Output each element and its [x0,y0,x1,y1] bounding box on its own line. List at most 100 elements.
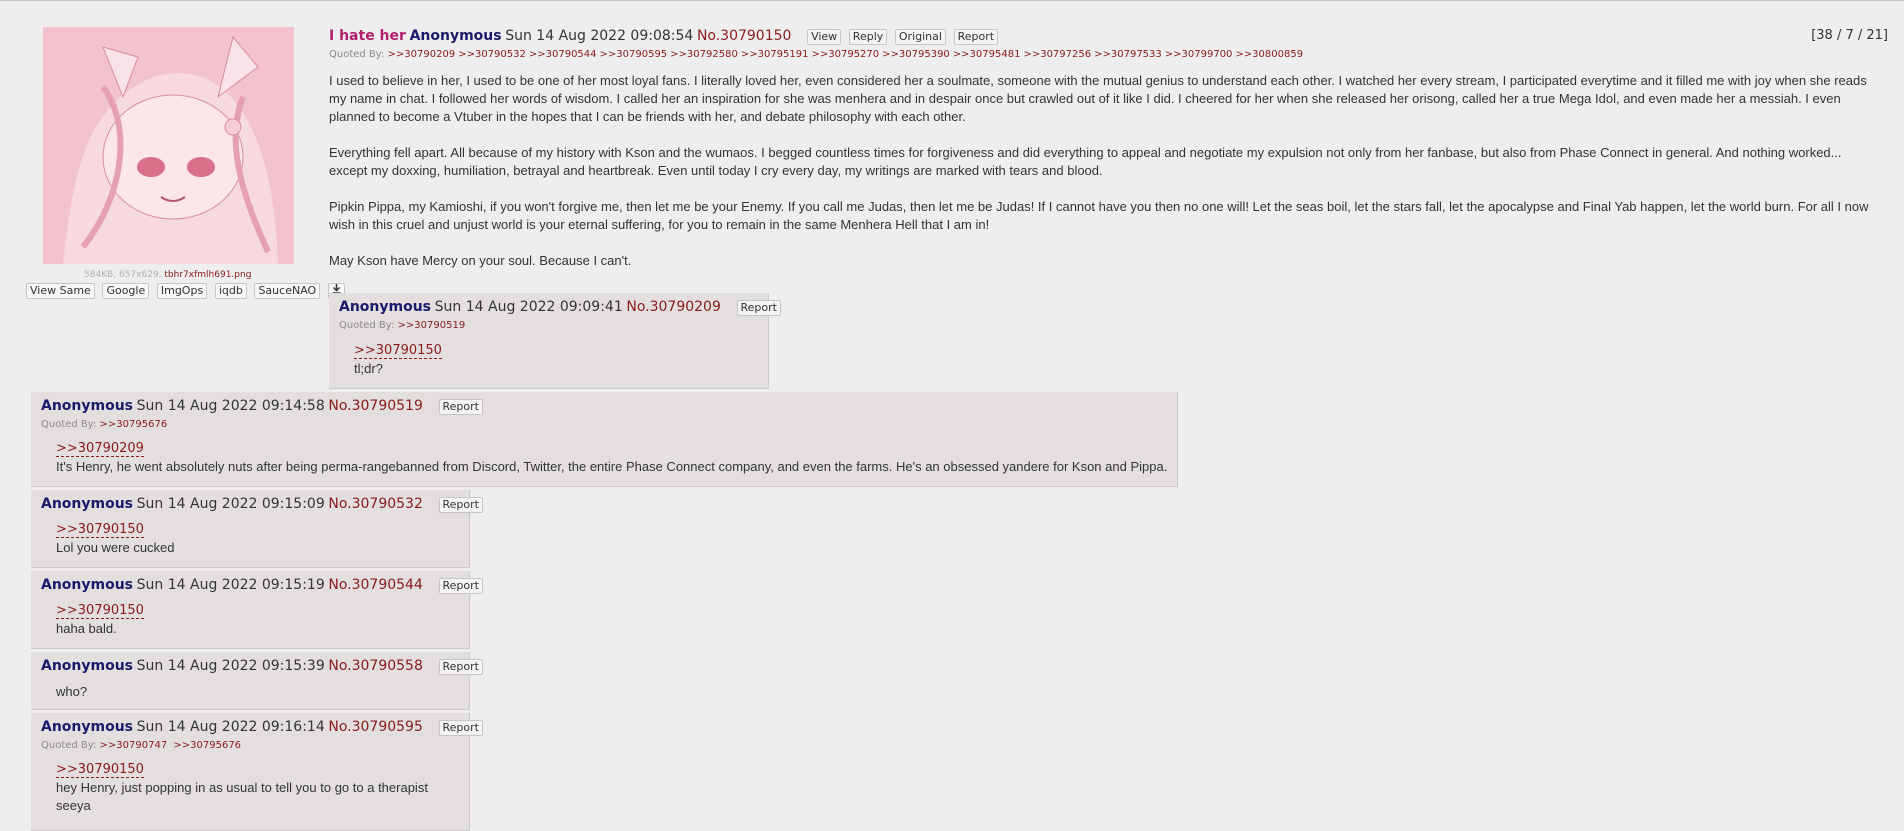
quoted-by-link[interactable]: >>30790595 [600,49,668,60]
quoted-by-link[interactable]: >>30800859 [1235,49,1303,60]
reply-comment: >>30790150 hey Henry, just popping in as… [56,760,428,815]
quoted-by-link[interactable]: >>30795270 [811,49,879,60]
report-button[interactable]: Report [953,29,999,45]
quoted-by-link[interactable]: >>30790209 [388,49,456,60]
comment-line: who? [56,684,88,699]
op-image-thumbnail[interactable] [43,27,294,264]
thread-subject: I hate her [329,28,406,44]
quote-link[interactable]: >>30790150 [354,343,442,359]
reply-header: Anonymous Sun 14 Aug 2022 09:15:19 No.30… [41,577,483,594]
reply-post: Anonymous Sun 14 Aug 2022 09:16:14 No.30… [31,713,483,831]
report-button[interactable]: Report [438,720,483,736]
google-button[interactable]: Google [102,283,150,299]
iqdb-button[interactable]: iqdb [214,283,247,299]
post-date: Sun 14 Aug 2022 09:09:41 [434,299,623,315]
image-filename-link[interactable]: tbhr7xfmlh691.png [164,270,251,280]
view-button[interactable]: View [807,29,842,45]
report-button[interactable]: Report [438,497,483,513]
quote-link[interactable]: >>30790150 [56,762,144,778]
quoted-by-link[interactable]: >>30795191 [741,49,809,60]
reply-post: Anonymous Sun 14 Aug 2022 09:15:09 No.30… [31,490,483,568]
post-number[interactable]: No.30790150 [697,28,792,44]
post-number[interactable]: No.30790532 [328,496,423,512]
image-search-buttons: View Same Google ImgOps iqdb SauceNAO [26,282,345,299]
reply-header: Anonymous Sun 14 Aug 2022 09:15:09 No.30… [41,496,483,513]
op-paragraph: May Kson have Mercy on your soul. Becaus… [329,253,632,268]
saucenao-button[interactable]: SauceNAO [254,283,321,299]
comment-line: It's Henry, he went absolutely nuts afte… [56,459,1168,474]
quote-link[interactable]: >>30790150 [56,522,144,538]
reply-post: Anonymous Sun 14 Aug 2022 09:15:19 No.30… [31,571,483,649]
reply-header: Anonymous Sun 14 Aug 2022 09:15:39 No.30… [41,658,483,675]
quoted-by-label: Quoted By: [41,740,97,751]
quoted-by-link[interactable]: >>30792580 [670,49,738,60]
thread-stats: [38 / 7 / 21] [1811,28,1888,43]
op-paragraph: Everything fell apart. All because of my… [329,145,1842,178]
post-date: Sun 14 Aug 2022 09:15:09 [136,496,325,512]
quoted-by-link[interactable]: >>30790519 [398,320,466,331]
poster-name: Anonymous [41,496,134,512]
reply-header: Anonymous Sun 14 Aug 2022 09:16:14 No.30… [41,719,483,736]
post-number[interactable]: No.30790595 [328,719,423,735]
quoted-by-link[interactable]: >>30795481 [953,49,1021,60]
quoted-by-label: Quoted By: [339,320,395,331]
op-quoted-by: Quoted By: >>30790209 >>30790532 >>3079054… [329,49,1306,60]
quoted-by-link[interactable]: >>30797533 [1094,49,1162,60]
reply-header: Anonymous Sun 14 Aug 2022 09:09:41 No.30… [339,299,781,316]
quoted-by-link[interactable]: >>30790747 [100,740,168,751]
comment-line: haha bald. [56,621,117,636]
comment-line: seeya [56,798,91,813]
reply-comment: >>30790209 It's Henry, he went absolutel… [56,439,1167,476]
report-button[interactable]: Report [438,399,483,415]
quoted-by-link[interactable]: >>30790532 [458,49,526,60]
post-date: Sun 14 Aug 2022 09:15:39 [136,658,325,674]
quoted-by-link[interactable]: >>30799700 [1165,49,1233,60]
poster-name: Anonymous [41,398,134,414]
post-date: Sun 14 Aug 2022 09:16:14 [136,719,325,735]
quoted-by-link[interactable]: >>30795390 [882,49,950,60]
op-paragraph: Pipkin Pippa, my Kamioshi, if you won't … [329,199,1869,232]
image-size-dimensions: 584KB, 657x629, [84,270,162,280]
reply-quoted-by: Quoted By: >>30790747 >>30795676 [41,740,244,751]
reply-comment: >>30790150 haha bald. [56,601,144,638]
view-same-button[interactable]: View Same [26,283,95,299]
report-button[interactable]: Report [438,578,483,594]
quote-link[interactable]: >>30790150 [56,603,144,619]
image-meta: 584KB, 657x629, tbhr7xfmlh691.png [84,270,251,280]
quoted-by-link[interactable]: >>30797256 [1023,49,1091,60]
post-number[interactable]: No.30790519 [328,398,423,414]
reply-post: Anonymous Sun 14 Aug 2022 09:15:39 No.30… [31,652,483,710]
quote-link[interactable]: >>30790209 [56,441,144,457]
op-header: I hate her Anonymous Sun 14 Aug 2022 09:… [329,28,999,45]
post-number[interactable]: No.30790544 [328,577,423,593]
poster-name: Anonymous [41,719,134,735]
reply-comment: >>30790150 Lol you were cucked [56,520,175,557]
comment-line: tl;dr? [354,361,383,376]
report-button[interactable]: Report [438,659,483,675]
quoted-by-link[interactable]: >>30790544 [529,49,597,60]
quoted-by-link[interactable]: >>30795676 [173,740,241,751]
report-button[interactable]: Report [736,300,781,316]
reply-button[interactable]: Reply [848,29,888,45]
anime-girl-illustration [43,27,294,264]
reply-quoted-by: Quoted By: >>30790519 [339,320,468,331]
original-button[interactable]: Original [894,29,946,45]
reply-post: Anonymous Sun 14 Aug 2022 09:14:58 No.30… [31,392,1178,487]
imgops-button[interactable]: ImgOps [156,283,208,299]
reply-comment: >>30790150 tl;dr? [354,341,442,378]
op-paragraph: I used to believe in her, I used to be o… [329,73,1867,124]
quoted-by-label: Quoted By: [41,419,97,430]
poster-name: Anonymous [409,28,502,44]
reply-quoted-by: Quoted By: >>30795676 [41,419,170,430]
poster-name: Anonymous [41,577,134,593]
post-date: Sun 14 Aug 2022 09:14:58 [136,398,325,414]
quoted-by-label: Quoted By: [329,49,385,60]
post-number[interactable]: No.30790558 [328,658,423,674]
post-date: Sun 14 Aug 2022 09:08:54 [505,28,694,44]
op-comment: I used to believe in her, I used to be o… [329,72,1881,288]
reply-post: Anonymous Sun 14 Aug 2022 09:09:41 No.30… [329,293,781,389]
reply-header: Anonymous Sun 14 Aug 2022 09:14:58 No.30… [41,398,483,415]
reply-comment: who? [56,683,87,701]
quoted-by-link[interactable]: >>30795676 [100,419,168,430]
post-number[interactable]: No.30790209 [626,299,721,315]
